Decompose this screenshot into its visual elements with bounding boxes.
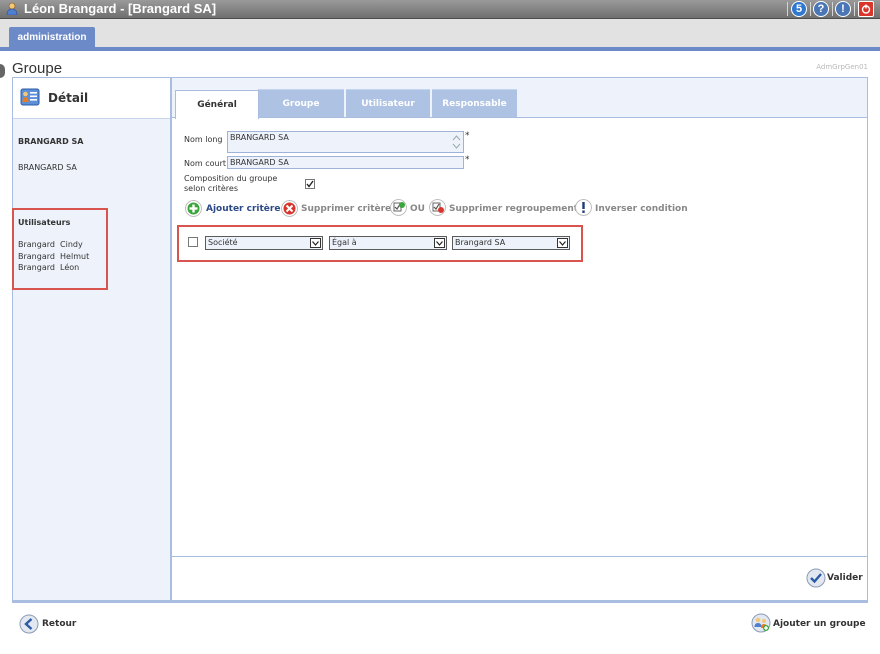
notifications-badge-button[interactable]: 5 [791,1,807,17]
remove-criterion-icon[interactable] [281,200,298,217]
titlebar-separator [832,2,833,16]
org-name: BRANGARD SA [18,163,77,172]
list-item[interactable]: Brangard Léon [18,262,89,274]
required-mark: * [465,155,470,165]
validate-button[interactable]: Valider [827,573,863,583]
nom-court-field[interactable]: BRANGARD SA [227,156,464,169]
remove-group-icon[interactable] [429,199,446,216]
tab-utilisateur[interactable]: Utilisateur [346,89,430,118]
info-icon[interactable]: ! [835,1,851,17]
power-icon[interactable] [858,1,874,17]
tab-responsable[interactable]: Responsable [432,89,517,118]
criterion-select-checkbox[interactable] [188,237,198,247]
org-title: BRANGARD SA [18,137,84,146]
tab-general[interactable]: Général [175,90,259,119]
window-title: Léon Brangard - [Brangard SA] [24,1,217,16]
user-icon [6,2,18,15]
titlebar-separator [854,2,855,16]
required-mark: * [465,131,470,141]
users-list: Brangard Cindy Brangard Helmut Brangard … [18,239,89,274]
invert-condition-button[interactable]: Inverser condition [595,204,688,214]
chevron-down-icon [434,238,445,248]
or-group-icon[interactable] [390,199,407,216]
module-tabstrip [0,19,880,50]
check-icon[interactable] [806,568,826,588]
invert-condition-icon[interactable] [575,199,592,216]
remove-group-button[interactable]: Supprimer regroupement [449,204,578,214]
nom-long-label: Nom long [184,135,223,144]
detail-sidebar [12,77,171,601]
page-title: Groupe [12,60,63,77]
detail-title: Détail [48,91,89,105]
back-button[interactable]: Retour [42,619,76,629]
titlebar-separator [787,2,788,16]
add-criterion-button[interactable]: Ajouter critère [206,204,280,214]
tabs-divider [172,117,867,118]
screen-code: AdmGrpGen01 [816,63,868,71]
criterion-operator-select[interactable]: Égal à [329,236,447,250]
add-criterion-icon[interactable] [185,200,202,217]
help-icon[interactable]: ? [813,1,829,17]
group-card-icon [20,88,40,106]
nom-court-label: Nom court [184,159,227,168]
composition-label: Composition du groupe selon critères [184,174,278,193]
users-title: Utilisateurs [18,218,71,227]
tab-groupe[interactable]: Groupe [258,89,344,118]
textarea-scroll-icon[interactable] [452,134,461,150]
nom-long-field[interactable]: BRANGARD SA [227,131,464,153]
back-arrow-icon[interactable] [19,614,39,634]
chevron-down-icon [310,238,321,248]
add-group-icon[interactable] [751,613,771,633]
or-button[interactable]: OU [410,204,425,214]
add-group-button[interactable]: Ajouter un groupe [773,619,866,629]
criterion-field-select[interactable]: Société [205,236,323,250]
bottom-divider [12,600,868,603]
composition-checkbox[interactable] [305,179,315,189]
chevron-down-icon [557,238,568,248]
titlebar-separator [810,2,811,16]
remove-criterion-button[interactable]: Supprimer critère [301,204,391,214]
tab-administration[interactable]: administration [9,27,95,48]
list-item[interactable]: Brangard Helmut [18,251,89,263]
form-footer-divider [172,556,867,557]
criterion-value-select[interactable]: Brangard SA [452,236,570,250]
list-item[interactable]: Brangard Cindy [18,239,89,251]
